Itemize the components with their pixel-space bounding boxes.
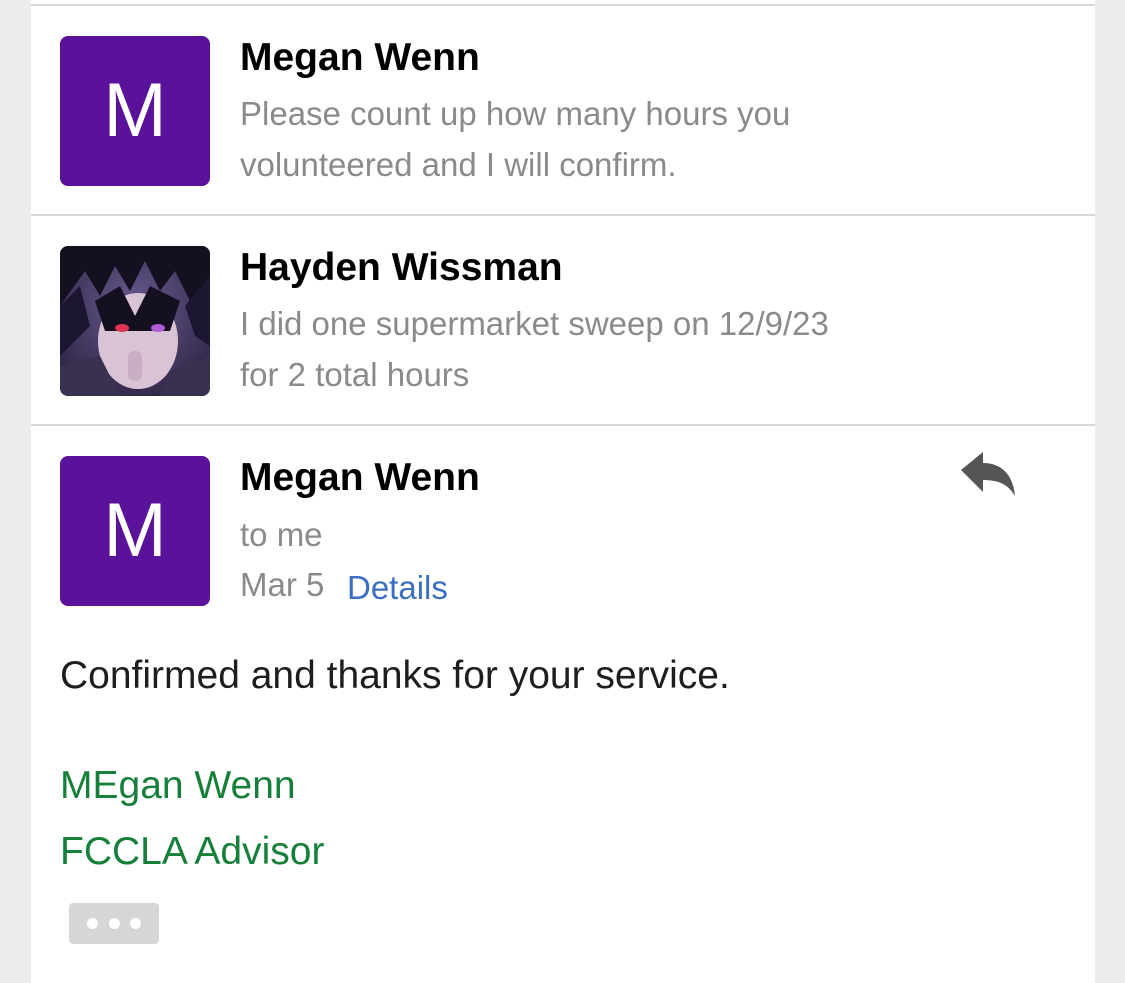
sender-name: Hayden Wissman <box>240 246 563 289</box>
details-link[interactable]: Details <box>347 569 448 607</box>
reply-arrow-icon[interactable] <box>957 450 1021 506</box>
anime-character-photo <box>60 246 210 396</box>
message-body: Confirmed and thanks for your service. <box>60 654 730 697</box>
ellipsis-icon <box>87 918 98 929</box>
signature-name: MEgan Wenn <box>60 764 296 807</box>
message-snippet-line: I did one supermarket sweep on 12/9/23 <box>240 305 829 342</box>
sender-name: Megan Wenn <box>240 456 480 499</box>
signature-title: FCCLA Advisor <box>60 830 325 873</box>
message-snippet-line: volunteered and I will confirm. <box>240 146 677 183</box>
message-thread-panel: M Megan Wenn Please count up how many ho… <box>31 0 1095 983</box>
divider <box>31 424 1095 426</box>
message-snippet-line: Please count up how many hours you <box>240 95 791 132</box>
recipient-label: to me <box>240 516 323 553</box>
divider <box>31 4 1095 6</box>
message-date: Mar 5 <box>240 566 325 603</box>
sender-name: Megan Wenn <box>240 36 480 79</box>
avatar <box>60 246 210 396</box>
avatar: M <box>60 456 210 606</box>
message-snippet-line: for 2 total hours <box>240 356 470 393</box>
ellipsis-icon <box>109 918 120 929</box>
ellipsis-icon <box>130 918 141 929</box>
show-trimmed-content-button[interactable] <box>69 903 159 944</box>
avatar: M <box>60 36 210 186</box>
divider <box>31 214 1095 216</box>
